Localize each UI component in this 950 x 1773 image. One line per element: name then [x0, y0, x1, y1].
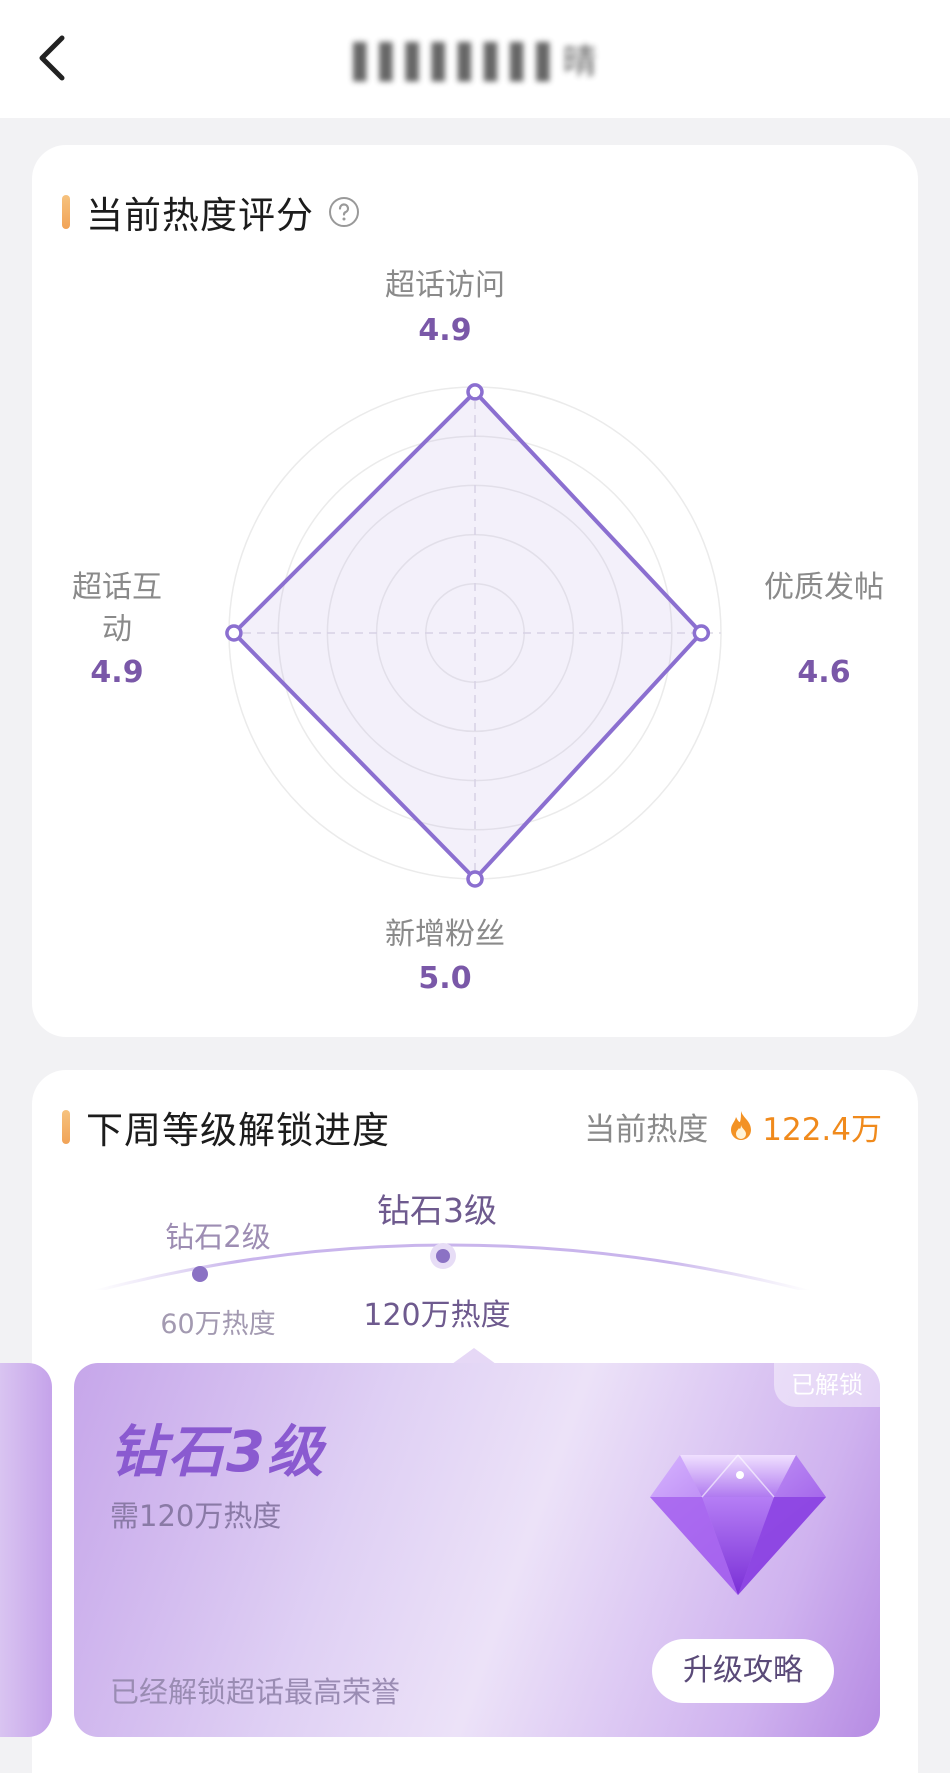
axis-label-quality-posts: 优质发帖	[764, 570, 884, 605]
axis-value-interaction: 4.9	[90, 655, 144, 690]
axis-value-visits: 4.9	[418, 313, 472, 348]
axis-label-visits: 超话访问	[385, 268, 505, 303]
top-nav-bar: ▌▌▌▌▌▌▌▌晴	[0, 0, 950, 118]
page-title: ▌▌▌▌▌▌▌▌晴	[353, 42, 597, 82]
previous-level-card[interactable]	[0, 1363, 52, 1737]
level-name-diamond-3: 钻石3级	[377, 1191, 497, 1230]
radar-point-4	[225, 624, 243, 642]
axis-label-interaction: 超话互动	[72, 570, 162, 647]
level-requirement-diamond-3: 120万热度	[363, 1298, 511, 1333]
back-arrow-icon[interactable]	[28, 28, 88, 88]
axis-value-new-fans: 5.0	[418, 961, 472, 996]
level-requirement-diamond-2: 60万热度	[160, 1309, 276, 1340]
progress-curve	[93, 1243, 811, 1290]
radar-point-3	[466, 870, 484, 888]
level-dot-diamond-3[interactable]	[436, 1249, 450, 1263]
level-card-footer: 已经解锁超话最高荣誉	[110, 1675, 401, 1709]
unlocked-badge: 已解锁	[774, 1363, 880, 1407]
level-name-diamond-2: 钻石2级	[165, 1220, 271, 1254]
radar-series-polygon	[231, 389, 704, 881]
axis-value-quality-posts: 4.6	[797, 655, 851, 690]
upgrade-guide-button[interactable]: 升级攻略	[652, 1639, 834, 1703]
score-card: 当前热度评分 超话访问 4.9 优质发帖 4.6 新增粉丝 5.0 超话互动 4…	[32, 145, 918, 1037]
card-pointer	[452, 1348, 496, 1364]
diamond-gem-icon	[650, 1454, 826, 1595]
level-card-requirement: 需120万热度	[110, 1499, 282, 1533]
level-dot-diamond-2[interactable]	[192, 1266, 208, 1282]
radar-point-1	[466, 383, 484, 401]
axis-label-new-fans: 新增粉丝	[385, 917, 505, 952]
radar-point-2	[692, 624, 711, 642]
level-card-title: 钻石3级	[110, 1420, 325, 1485]
current-level-card[interactable]: 已解锁 钻石3级 需120万热度 已经解锁超话最高荣誉 升级攻略	[74, 1363, 880, 1737]
